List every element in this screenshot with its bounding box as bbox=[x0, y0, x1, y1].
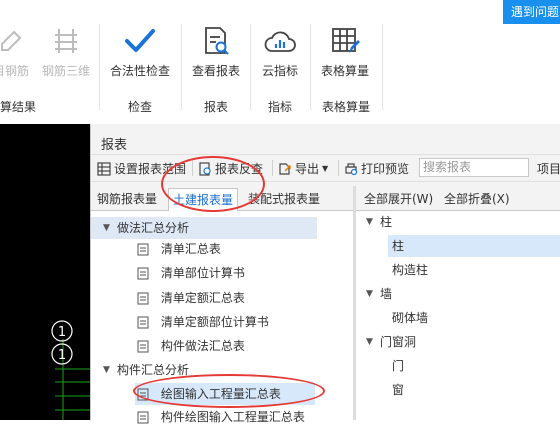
chevron-down-icon: ▼ bbox=[322, 164, 329, 173]
expand-triangle-icon: ▼ bbox=[366, 289, 373, 299]
tree-item[interactable]: 门 bbox=[392, 355, 404, 377]
tree-item-label: 构件做法汇总表 bbox=[160, 339, 245, 353]
expand-triangle-icon: ▼ bbox=[103, 365, 110, 375]
tab-rebar-report[interactable]: 钢筋报表量 bbox=[93, 188, 161, 210]
rebar-3d-button[interactable]: 钢筋三维 bbox=[40, 24, 92, 79]
validity-check-label: 合法性检查 bbox=[109, 64, 170, 78]
drawing-canvas[interactable]: 1 1 bbox=[0, 124, 90, 420]
tree-item[interactable]: 清单定额部位计算书 bbox=[137, 311, 269, 333]
rebar-pencil-icon bbox=[0, 24, 34, 58]
tree-group-label: 墙 bbox=[380, 287, 393, 301]
view-report-label: 查看报表 bbox=[191, 64, 240, 78]
component-tree: ▼ 柱 柱 构造柱 ▼ 墙 砌体墙 ▼ 门窗洞 门 窗 bbox=[356, 211, 560, 420]
tree-item[interactable]: 清单部位计算书 bbox=[137, 262, 245, 284]
rebar-button[interactable]: 目钢筋 bbox=[0, 24, 34, 79]
document-icon bbox=[137, 340, 149, 353]
expand-triangle-icon: ▼ bbox=[366, 337, 373, 347]
tree-item[interactable]: 窗 bbox=[392, 379, 404, 401]
tree-item-label: 清单汇总表 bbox=[160, 242, 221, 256]
dialog-title: 报表 bbox=[101, 138, 128, 153]
toolbar-separator bbox=[272, 160, 273, 176]
tree-item-label: 构件绘图输入工程量汇总表 bbox=[160, 410, 305, 424]
document-icon bbox=[137, 316, 149, 329]
tree-group[interactable]: ▼ 做法汇总分析 bbox=[91, 217, 317, 239]
print-preview-icon bbox=[345, 162, 358, 175]
validity-check-button[interactable]: 合法性检查 bbox=[106, 24, 174, 79]
tree-item[interactable]: 清单定额汇总表 bbox=[137, 287, 245, 309]
table-calc-button[interactable]: 表格算量 bbox=[316, 24, 374, 79]
cloud-index-button[interactable]: 云指标 bbox=[256, 24, 304, 79]
tree-group-label: 门窗洞 bbox=[380, 335, 417, 349]
view-report-button[interactable]: 查看报表 bbox=[188, 24, 244, 79]
tree-item-label: 清单定额部位计算书 bbox=[160, 315, 269, 329]
rebar-3d-icon bbox=[40, 24, 92, 58]
rebar-button-label: 目钢筋 bbox=[0, 64, 29, 78]
ribbon-separator bbox=[250, 24, 251, 110]
tree-group[interactable]: ▼ 柱 bbox=[356, 211, 560, 233]
report-search-input[interactable]: 搜索报表 bbox=[419, 158, 529, 177]
annotation-circle bbox=[133, 374, 325, 408]
rebar-3d-label: 钢筋三维 bbox=[41, 64, 90, 78]
export-button[interactable]: 导出 ▼ bbox=[278, 160, 328, 177]
canvas-drawing: 1 1 bbox=[51, 320, 90, 420]
tree-item[interactable]: 构造柱 bbox=[392, 259, 428, 281]
table-calc-label: 表格算量 bbox=[320, 64, 369, 78]
tree-group[interactable]: ▼ 墙 bbox=[356, 283, 560, 305]
cloud-index-label: 云指标 bbox=[261, 64, 298, 78]
collapse-all-button[interactable]: 全部折叠(X) bbox=[444, 190, 510, 207]
tree-group-label: 柱 bbox=[380, 215, 393, 229]
item-label[interactable]: 项目 bbox=[537, 160, 560, 177]
expand-all-button[interactable]: 全部展开(W) bbox=[364, 190, 433, 207]
tree-group[interactable]: ▼ 门窗洞 bbox=[356, 331, 560, 353]
ribbon-separator bbox=[310, 24, 311, 110]
expand-triangle-icon: ▼ bbox=[103, 223, 110, 233]
tree-item[interactable]: 砌体墙 bbox=[392, 307, 428, 329]
document-icon bbox=[137, 411, 149, 424]
grid-settings-icon bbox=[97, 161, 111, 176]
tree-item-label: 清单部位计算书 bbox=[160, 266, 245, 280]
ribbon-separator bbox=[382, 24, 383, 110]
group-label-table-calc: 表格算量 bbox=[322, 100, 371, 114]
tree-group-label: 做法汇总分析 bbox=[117, 221, 190, 235]
group-label-report: 报表 bbox=[204, 100, 229, 114]
ribbon-separator bbox=[181, 24, 182, 110]
print-preview-button[interactable]: 打印预览 bbox=[344, 160, 409, 177]
toolbar-separator bbox=[338, 160, 339, 176]
cloud-index-icon bbox=[256, 24, 304, 58]
report-dialog: 报表 设置报表范围 报表反查 导出 ▼ 打印预览 搜索报表 项目 钢筋报表量 土… bbox=[90, 124, 560, 424]
tree-item[interactable]: 构件绘图输入工程量汇总表 bbox=[137, 406, 305, 428]
print-preview-label: 打印预览 bbox=[361, 162, 410, 176]
document-icon bbox=[137, 243, 149, 256]
expand-triangle-icon: ▼ bbox=[366, 217, 373, 227]
tree-item-selected[interactable]: 柱 bbox=[388, 235, 560, 257]
help-button[interactable]: 遇到问题 bbox=[503, 0, 560, 24]
tree-controls: 全部展开(W) 全部折叠(X) bbox=[356, 186, 560, 211]
table-edit-icon bbox=[316, 24, 374, 58]
export-label: 导出 bbox=[295, 162, 320, 176]
annotation-circle bbox=[161, 156, 265, 212]
group-label-results: 算结果 bbox=[0, 100, 37, 114]
document-icon bbox=[137, 267, 149, 280]
document-icon bbox=[137, 292, 149, 305]
ribbon-separator bbox=[99, 24, 100, 110]
ribbon: 遇到问题 目钢筋 钢筋三维 合法性检查 查看报表 云指标 bbox=[0, 0, 560, 124]
axis-marker: 1 bbox=[58, 348, 66, 363]
tree-item[interactable]: 构件做法汇总表 bbox=[137, 335, 245, 357]
report-search-icon bbox=[188, 24, 244, 58]
tree-item[interactable]: 清单汇总表 bbox=[137, 238, 221, 260]
group-label-check: 检查 bbox=[128, 100, 153, 114]
axis-marker: 1 bbox=[58, 325, 66, 340]
checkmark-icon bbox=[106, 24, 174, 58]
export-icon bbox=[279, 162, 291, 175]
tree-item-label: 清单定额汇总表 bbox=[160, 291, 245, 305]
group-label-index: 指标 bbox=[268, 100, 293, 114]
